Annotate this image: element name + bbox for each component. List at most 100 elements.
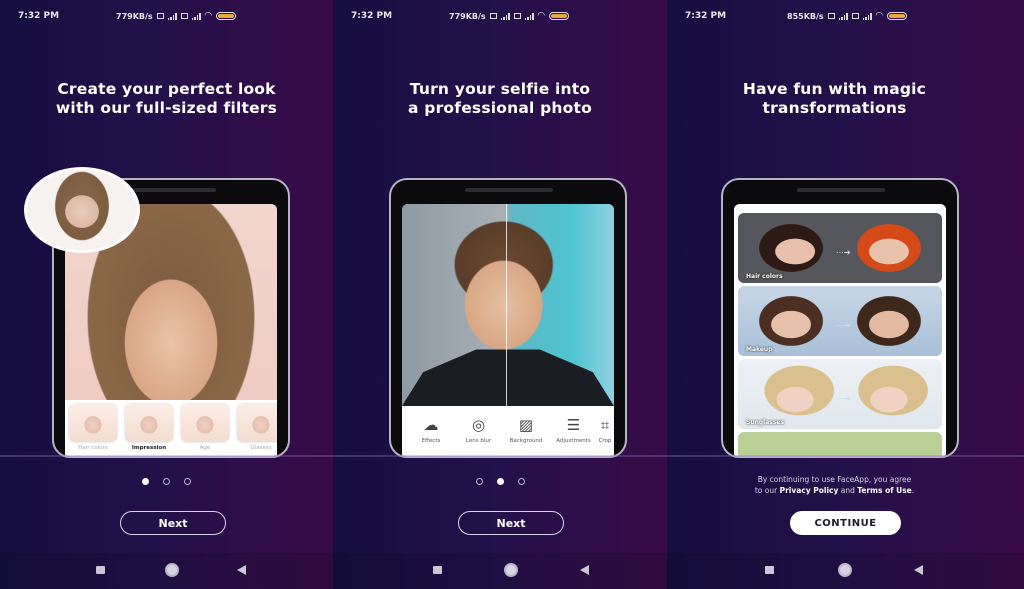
terms-and: and	[838, 486, 858, 495]
headline-line-2: transformations	[762, 99, 907, 117]
headline-line-2: with our full-sized filters	[55, 99, 278, 117]
signal-icon	[167, 12, 177, 20]
tool-lens-blur[interactable]: ◎ Lens blur	[456, 416, 502, 456]
terms-of-use-link[interactable]: Terms of Use	[857, 486, 911, 495]
page-dot-2	[163, 478, 170, 485]
volte-icon	[489, 13, 497, 19]
card-label: Makeup	[746, 346, 773, 353]
before-after-divider[interactable]	[505, 204, 507, 406]
wifi-icon: ◠	[875, 11, 883, 21]
headline: Turn your selfie into a professional pho…	[333, 80, 667, 118]
filter-thumb	[125, 404, 173, 442]
tool-label: Adjustments	[556, 438, 591, 444]
headline-line-1: Create your perfect look	[57, 80, 276, 98]
home-icon[interactable]	[838, 563, 852, 577]
status-bar: 7:32 PM 855KB/s ◠	[667, 9, 1024, 23]
terms-line-2: to our Privacy Policy and Terms of Use.	[667, 485, 1002, 496]
signal-icon	[838, 12, 848, 20]
onboarding-screen-2: 7:32 PM 779KB/s ◠ Turn your selfie into …	[333, 0, 667, 589]
next-button[interactable]: Next	[458, 511, 564, 535]
filter-hair-colors[interactable]: Hair colors	[69, 404, 117, 456]
status-bar: 7:32 PM 779KB/s ◠	[333, 9, 667, 23]
volte-icon	[156, 13, 164, 19]
arrow-icon: ⋯➔	[835, 394, 851, 403]
next-button[interactable]: Next	[120, 511, 226, 535]
filter-age[interactable]: Age	[181, 404, 229, 456]
effects-icon: ☁	[423, 416, 439, 434]
filter-label: Age	[199, 445, 211, 451]
terms-suffix: .	[911, 486, 915, 495]
continue-button[interactable]: CONTINUE	[790, 511, 901, 535]
card-makeup[interactable]: ⋯➔ Makeup	[738, 286, 942, 356]
terms-notice: By continuing to use FaceApp, you agree …	[667, 474, 1024, 496]
filter-thumb	[69, 404, 117, 442]
tool-adjustments[interactable]: ☰ Adjustments	[551, 416, 597, 456]
privacy-policy-link[interactable]: Privacy Policy	[780, 486, 839, 495]
filter-glasses[interactable]: Glasses	[237, 404, 277, 456]
crop-icon: ⌗	[600, 416, 610, 434]
phone-screen: ⋯➔ Hair colors ⋯➔ Makeup ⋯➔ Sunglasses	[734, 204, 946, 456]
selfie-before-after-image	[402, 204, 614, 406]
divider	[0, 455, 333, 457]
filter-impression[interactable]: Impression	[125, 404, 173, 456]
android-nav-bar	[0, 553, 333, 589]
network-speed: 855KB/s	[787, 11, 824, 21]
filter-strip: Hair colors Impression Age Glasses	[65, 400, 277, 456]
arrow-icon: ⋯➔	[835, 321, 851, 330]
phone-screen: ☁ Effects ◎ Lens blur ▨ Background ☰ Adjustm…	[402, 204, 614, 456]
recents-icon[interactable]	[96, 566, 105, 574]
volte-icon-2	[513, 13, 521, 19]
filter-label: Hair colors	[78, 445, 108, 451]
filter-thumb	[237, 404, 277, 442]
card-label: Sunglasses	[746, 419, 785, 426]
volte-icon	[827, 13, 835, 19]
tool-effects[interactable]: ☁ Effects	[408, 416, 454, 456]
divider	[667, 455, 1024, 457]
android-nav-bar	[333, 553, 667, 589]
filter-label: Impression	[131, 445, 167, 451]
terms-prefix: to our	[754, 486, 780, 495]
wifi-icon: ◠	[204, 11, 212, 21]
card-gray-hair[interactable]	[738, 432, 942, 456]
home-icon[interactable]	[504, 563, 518, 577]
tool-label: Lens blur	[465, 438, 492, 444]
page-dot-3	[184, 478, 191, 485]
card-hair-colors[interactable]: ⋯➔ Hair colors	[738, 213, 942, 283]
android-nav-bar	[667, 553, 1024, 589]
volte-icon-2	[851, 13, 859, 19]
recents-icon[interactable]	[433, 566, 442, 574]
terms-line-1: By continuing to use FaceApp, you agree	[757, 475, 912, 484]
phone-mockup: ☁ Effects ◎ Lens blur ▨ Background ☰ Adjustm…	[389, 178, 627, 458]
background-icon: ▨	[518, 416, 534, 434]
battery-icon	[215, 12, 236, 20]
headline-line-1: Have fun with magic	[742, 80, 927, 98]
recents-icon[interactable]	[765, 566, 774, 574]
back-icon[interactable]	[914, 565, 923, 575]
signal-icon	[500, 12, 510, 20]
back-icon[interactable]	[237, 565, 246, 575]
back-icon[interactable]	[580, 565, 589, 575]
page-dot-2	[496, 478, 504, 485]
wifi-icon: ◠	[537, 11, 545, 21]
filter-thumb	[181, 404, 229, 442]
status-time: 7:32 PM	[18, 11, 60, 21]
tool-crop[interactable]: ⌗ Crop	[598, 416, 612, 456]
lens-blur-icon: ◎	[471, 416, 486, 434]
headline: Have fun with magic transformations	[667, 80, 1024, 118]
signal-icon-2	[862, 12, 872, 20]
divider	[333, 455, 667, 457]
page-indicator	[333, 478, 667, 485]
phone-mockup: ⋯➔ Hair colors ⋯➔ Makeup ⋯➔ Sunglasses	[721, 178, 959, 458]
page-dot-1	[142, 478, 149, 485]
page-indicator	[0, 478, 333, 485]
home-icon[interactable]	[165, 563, 179, 577]
tool-background[interactable]: ▨ Background	[503, 416, 549, 456]
editor-toolbar: ☁ Effects ◎ Lens blur ▨ Background ☰ Adjustm…	[402, 406, 614, 456]
page-dot-1	[475, 478, 483, 485]
headline-line-1: Turn your selfie into	[409, 80, 591, 98]
card-sunglasses[interactable]: ⋯➔ Sunglasses	[738, 359, 942, 429]
arrow-icon: ⋯➔	[835, 248, 851, 257]
tool-label: Crop	[598, 438, 612, 444]
headline-line-2: a professional photo	[408, 99, 592, 117]
headline: Create your perfect look with our full-s…	[0, 80, 333, 118]
